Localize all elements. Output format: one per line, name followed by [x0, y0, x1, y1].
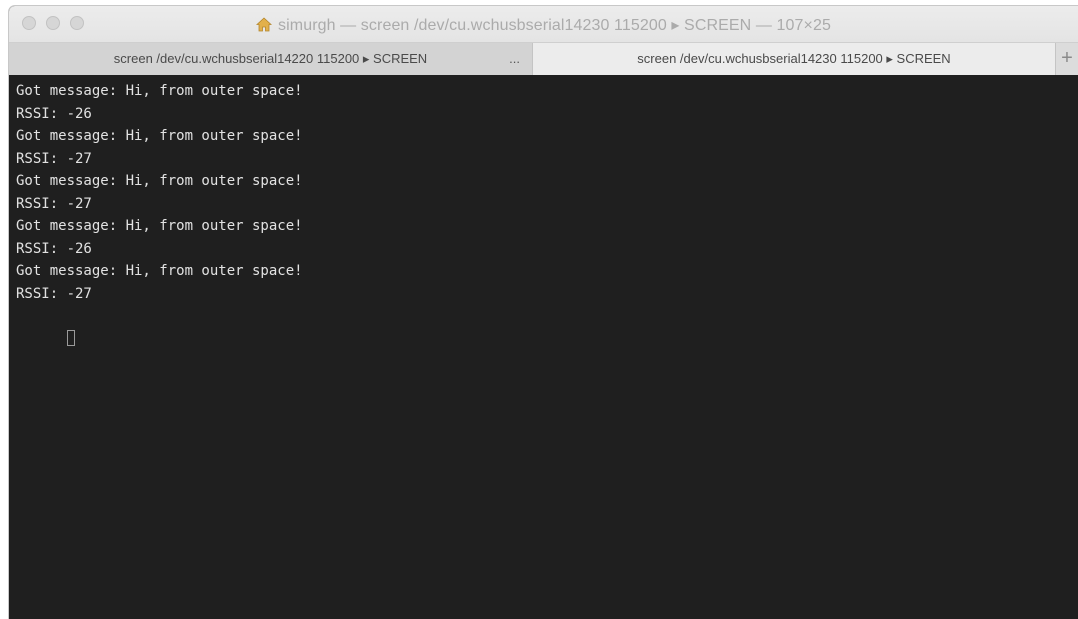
- terminal-line: Got message: Hi, from outer space!: [16, 173, 303, 189]
- tab-overflow-indicator[interactable]: ...: [509, 43, 520, 75]
- home-icon: [255, 17, 273, 37]
- tab-bar: screen /dev/cu.wchusbserial14220 115200 …: [9, 42, 1078, 75]
- title-bar[interactable]: simurgh — screen /dev/cu.wchusbserial142…: [9, 6, 1078, 42]
- terminal-line: RSSI: -26: [16, 240, 92, 257]
- terminal-line: RSSI: -27: [16, 150, 92, 167]
- tab-label: screen /dev/cu.wchusbserial14220 115200 …: [113, 51, 428, 66]
- window-title-container: simurgh — screen /dev/cu.wchusbserial142…: [9, 15, 1078, 37]
- new-tab-button[interactable]: +: [1055, 43, 1078, 75]
- terminal-line: Got message: Hi, from outer space!: [16, 128, 303, 144]
- tab-label: screen /dev/cu.wchusbserial14230 115200 …: [637, 51, 951, 66]
- terminal-line: Got message: Hi, from outer space!: [16, 83, 303, 99]
- cursor-line: [16, 305, 1078, 346]
- terminal-window: simurgh — screen /dev/cu.wchusbserial142…: [9, 6, 1078, 619]
- terminal-line: Got message: Hi, from outer space!: [16, 263, 303, 279]
- terminal-line: RSSI: -26: [16, 105, 92, 122]
- terminal-line: RSSI: -27: [16, 285, 92, 302]
- tab-screen-14220[interactable]: screen /dev/cu.wchusbserial14220 115200 …: [9, 43, 532, 75]
- tab-screen-14230[interactable]: screen /dev/cu.wchusbserial14230 115200 …: [532, 43, 1055, 75]
- terminal-line: Got message: Hi, from outer space!: [16, 218, 303, 234]
- terminal-line: RSSI: -27: [16, 195, 92, 212]
- text-cursor: [66, 330, 75, 346]
- terminal-output[interactable]: Got message: Hi, from outer space! RSSI:…: [9, 75, 1078, 619]
- window-title: simurgh — screen /dev/cu.wchusbserial142…: [278, 17, 831, 34]
